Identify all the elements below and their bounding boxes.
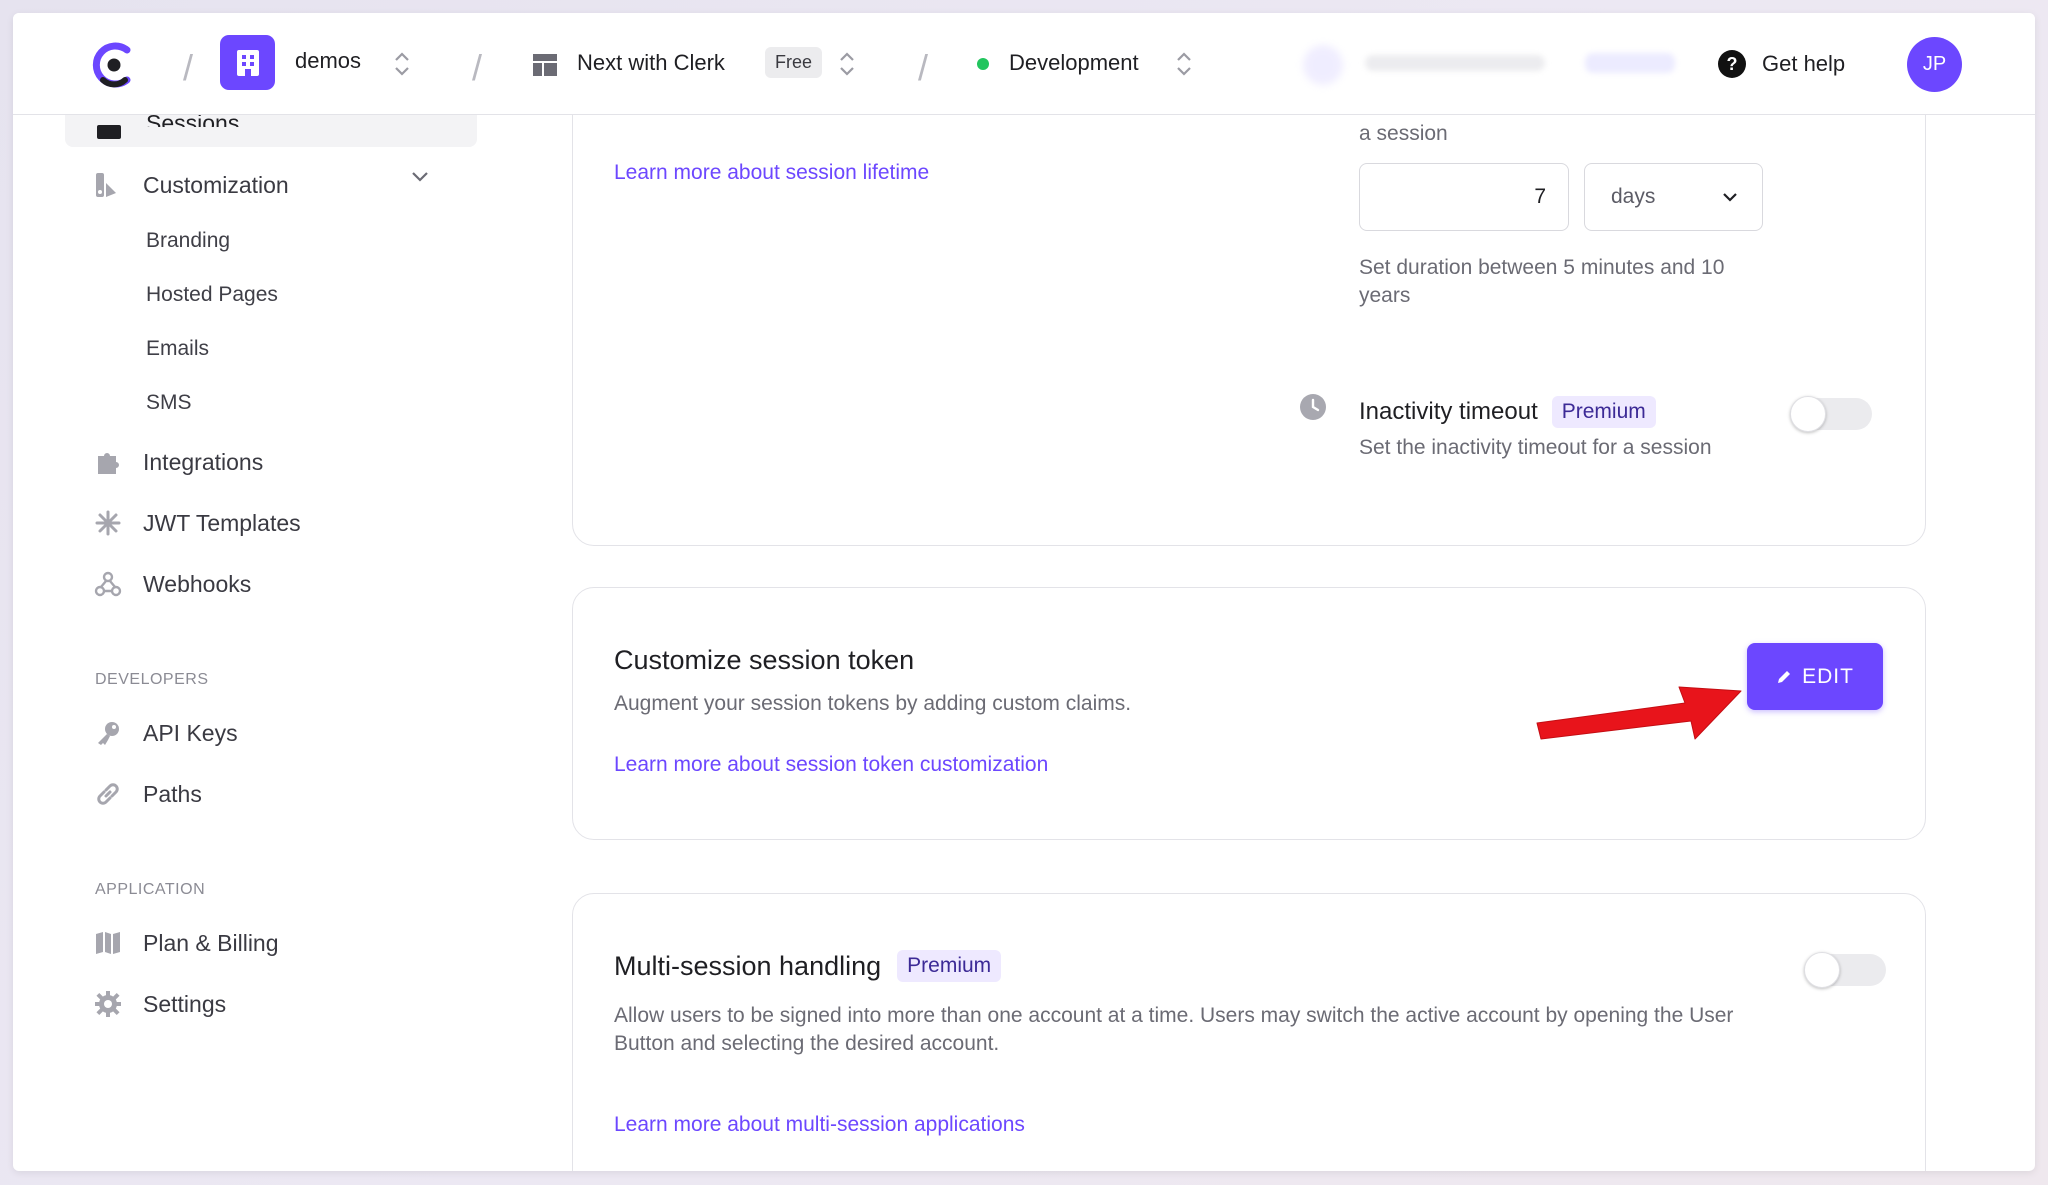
- breadcrumb-separator: /: [918, 47, 929, 88]
- api-keys-label: API Keys: [143, 719, 238, 746]
- puzzle-icon: [93, 447, 123, 477]
- clock-icon: [1300, 394, 1326, 420]
- breadcrumb-separator: /: [183, 47, 194, 88]
- toggle-knob: [1790, 396, 1826, 432]
- multi-session-toggle[interactable]: [1804, 952, 1886, 988]
- sidebar-item-webhooks[interactable]: Webhooks: [93, 569, 251, 599]
- app-switcher-icon[interactable]: [838, 49, 856, 79]
- plan-badge: Free: [765, 47, 823, 78]
- browser-window: timeout or the maximum lifetime. Learn m…: [13, 13, 2035, 1171]
- sidebar-item-customization[interactable]: Customization: [93, 170, 289, 200]
- asterisk-icon: [93, 508, 123, 538]
- app-name[interactable]: Next with Clerk: [577, 50, 725, 76]
- duration-help-text: Set duration between 5 minutes and 10 ye…: [1359, 256, 1725, 307]
- developers-heading: DEVELOPERS: [95, 671, 209, 688]
- sidebar-sub-sms[interactable]: SMS: [146, 391, 192, 415]
- inactivity-timeout-desc: Set the inactivity timeout for a session: [1359, 436, 1712, 459]
- toggle-knob: [1804, 952, 1840, 988]
- customization-label: Customization: [143, 171, 289, 198]
- customization-icon: [93, 170, 123, 200]
- environment-switcher-icon[interactable]: [1175, 49, 1193, 79]
- annotation-arrow: [1536, 686, 1742, 740]
- clerk-logo-icon[interactable]: [89, 40, 139, 90]
- multi-session-title: Multi-session handling Premium: [614, 950, 1002, 982]
- environment-name[interactable]: Development: [1009, 50, 1139, 76]
- org-name[interactable]: demos: [295, 48, 361, 74]
- sidebar-item-jwt-templates[interactable]: JWT Templates: [93, 508, 301, 538]
- org-switcher-icon[interactable]: [393, 49, 411, 79]
- gear-icon: [93, 989, 123, 1019]
- premium-badge: Premium: [1551, 396, 1656, 428]
- sidebar-sub-emails[interactable]: Emails: [146, 337, 209, 361]
- edit-label: EDIT: [1802, 664, 1854, 688]
- sidebar: Sessions Customization Branding Hosted P…: [13, 105, 493, 1171]
- chevron-down-icon: [1723, 193, 1737, 202]
- webhook-icon: [93, 569, 123, 599]
- pencil-icon: [1778, 670, 1791, 683]
- sessions-icon: [97, 125, 121, 139]
- chevron-down-icon[interactable]: [411, 171, 429, 183]
- multi-session-desc: Allow users to be signed into more than …: [614, 1004, 1734, 1055]
- breadcrumb-separator: /: [472, 47, 483, 88]
- learn-more-session-token-link[interactable]: Learn more about session token customiza…: [614, 753, 1048, 777]
- edit-session-token-button[interactable]: EDIT: [1747, 643, 1883, 710]
- sidebar-item-plan-billing[interactable]: Plan & Billing: [93, 928, 279, 958]
- learn-more-session-lifetime-link[interactable]: Learn more about session lifetime: [614, 161, 929, 185]
- multi-session-title-text: Multi-session handling: [614, 950, 882, 981]
- sidebar-item-integrations[interactable]: Integrations: [93, 447, 263, 477]
- key-icon: [93, 718, 123, 748]
- link-icon: [93, 779, 123, 809]
- lifetime-label-tail: a session: [1359, 122, 1448, 145]
- settings-label: Settings: [143, 990, 227, 1017]
- top-bar: / demos / Next with Clerk Free / Develop…: [13, 13, 2035, 115]
- application-heading: APPLICATION: [95, 881, 206, 898]
- help-icon[interactable]: ?: [1718, 50, 1746, 78]
- inactivity-timeout-toggle[interactable]: [1790, 396, 1872, 432]
- inactivity-timeout-title: Inactivity timeout Premium: [1359, 396, 1656, 428]
- sidebar-item-settings[interactable]: Settings: [93, 989, 226, 1019]
- premium-badge: Premium: [897, 950, 1002, 982]
- paths-label: Paths: [143, 780, 202, 807]
- sidebar-sub-branding[interactable]: Branding: [146, 229, 230, 253]
- organization-icon[interactable]: [220, 35, 275, 90]
- integrations-label: Integrations: [143, 448, 264, 475]
- map-icon: [93, 928, 123, 958]
- webhooks-label: Webhooks: [143, 570, 252, 597]
- jwt-templates-label: JWT Templates: [143, 509, 301, 536]
- environment-status-dot: [977, 58, 989, 70]
- get-help-link[interactable]: Get help: [1762, 51, 1845, 77]
- plan-billing-label: Plan & Billing: [143, 929, 279, 956]
- learn-more-multi-session-link[interactable]: Learn more about multi-session applicati…: [614, 1113, 1025, 1137]
- sidebar-item-paths[interactable]: Paths: [93, 779, 202, 809]
- session-duration-unit-select[interactable]: days: [1584, 163, 1763, 231]
- blurred-region: [1285, 43, 1685, 87]
- session-token-desc: Augment your session tokens by adding cu…: [614, 692, 1132, 715]
- session-token-title: Customize session token: [614, 645, 915, 675]
- avatar[interactable]: JP: [1907, 37, 1962, 92]
- app-icon: [532, 53, 558, 77]
- sidebar-sub-hosted-pages[interactable]: Hosted Pages: [146, 283, 278, 307]
- session-duration-input[interactable]: [1359, 163, 1569, 231]
- duration-unit-value: days: [1611, 185, 1656, 208]
- sidebar-item-api-keys[interactable]: API Keys: [93, 718, 238, 748]
- inactivity-title-text: Inactivity timeout: [1359, 398, 1538, 425]
